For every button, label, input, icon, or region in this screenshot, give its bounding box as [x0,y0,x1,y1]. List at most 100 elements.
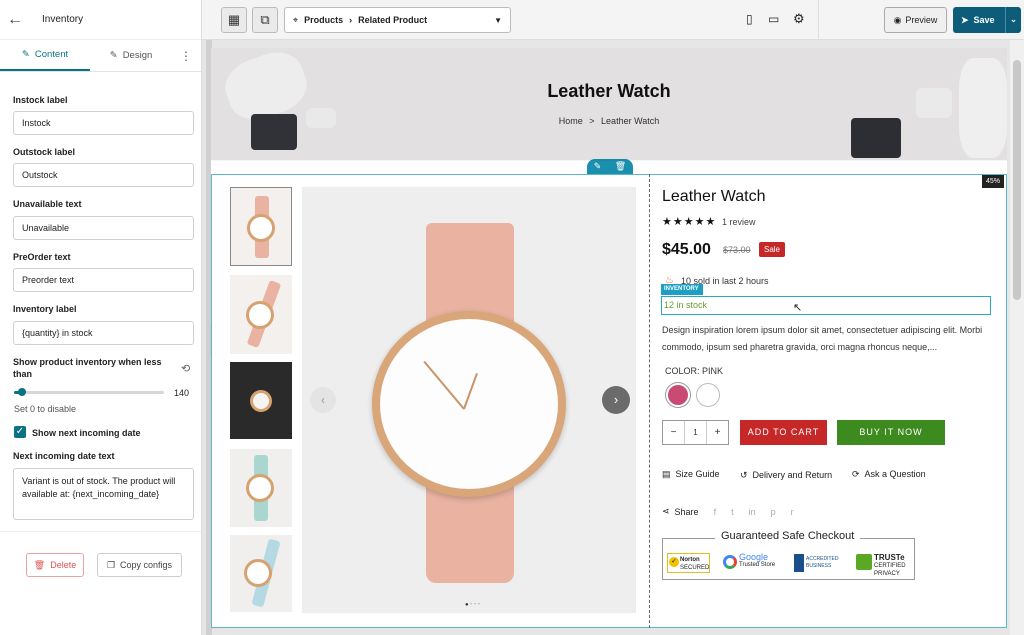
tab-design[interactable]: ✎ Design [90,40,172,71]
back-arrow-icon[interactable]: ← [0,11,30,29]
rating-stars: ★★★★★ [662,216,717,228]
inventory-input[interactable]: {quantity} in stock [13,321,194,345]
save-button[interactable]: ➤ Save ⌄ [953,7,1021,33]
next-image-arrow-icon[interactable]: › [602,386,630,414]
page-path: Products [304,15,344,25]
delete-button[interactable]: 🗑 Delete [26,553,84,577]
qty-value[interactable]: 1 [685,421,706,444]
thumbnail-5[interactable] [230,535,292,612]
threshold-slider[interactable] [14,388,164,396]
norton-badge: ✓ Norton SECURED [667,553,710,573]
thumbnail-1[interactable] [230,187,292,266]
toolbar-divider [818,0,819,40]
desktop-icon[interactable]: ▭ [768,12,779,26]
scrollbar-thumb[interactable] [1013,60,1021,300]
instock-input[interactable]: Instock [13,111,194,135]
grid-icon[interactable]: ▦ [221,7,247,33]
google-sub: Trusted Store [739,562,776,568]
add-to-cart-button[interactable]: ADD TO CART [740,420,827,445]
tab-content[interactable]: ✎ Content [0,40,90,71]
unavailable-input[interactable]: Unavailable [13,216,194,240]
settings-gear-icon[interactable]: ⚙ [793,11,805,27]
preview-button[interactable]: ◉ Preview [884,7,947,33]
copy-icon: ❐ [106,559,116,570]
settings-panel: ← Inventory ✎ Content ✎ Design ⋮ Instock… [0,0,202,635]
review-count[interactable]: 1 review [722,217,756,227]
outstock-input[interactable]: Outstock [13,163,194,187]
canvas-scrollbar[interactable] [1010,40,1024,635]
page-canvas: Leather Watch Home > Leather Watch ✎ 🗑 ‹… [211,48,1007,628]
facebook-icon[interactable]: f [714,507,717,517]
panel-header: ← Inventory [0,0,201,40]
prev-image-arrow-icon[interactable]: ‹ [310,387,336,413]
share-icon: ⋖ [662,506,670,516]
thumbnail-2[interactable] [230,275,292,354]
thumbnail-4[interactable] [230,449,292,527]
preorder-input[interactable]: Preorder text [13,268,194,292]
preview-label: Preview [905,15,938,25]
norton-sub: SECURED [680,565,710,571]
bbb-label: ACCREDITED BUSINESS [806,556,839,569]
trash-icon: 🗑 [33,559,46,570]
pinterest-icon[interactable]: p [771,507,776,517]
watch-face [372,311,566,497]
carousel-dots[interactable]: ● • • • [465,602,480,608]
hero-title: Leather Watch [547,81,671,101]
send-icon: ➤ [961,14,969,25]
reddit-icon[interactable]: r [791,507,794,517]
qty-minus-button[interactable]: − [663,421,685,444]
outstock-label: Outstock label [13,147,76,157]
copy-label: Copy configs [120,560,173,570]
edit-icon[interactable]: ✎ [594,161,602,172]
tag-icon: ⌖ [293,14,299,25]
more-menu-icon[interactable]: ⋮ [172,40,200,71]
product-description: Design inspiration lorem ipsum dolor sit… [662,325,983,352]
slider-handle[interactable] [17,388,26,396]
truste-badge: TRUSTe CERTIFIED PRIVACY [856,553,909,577]
show-next-checkbox[interactable]: ✓ [14,426,26,438]
inventory-stock-text[interactable]: 12 in stock [661,296,991,315]
hero-banner: Leather Watch Home > Leather Watch [211,48,1007,160]
tab-design-label: Design [122,50,153,61]
sale-badge: Sale [759,242,785,257]
eye-icon: ◉ [893,14,902,25]
instock-label: Instock label [13,95,68,105]
threshold-label: Show product inventory when less than [13,357,162,379]
thumbnail-3[interactable] [230,362,292,439]
delivery-link[interactable]: ↺ Delivery and Return [740,470,832,481]
buy-now-button[interactable]: BUY IT NOW [837,420,945,445]
delete-section-icon[interactable]: 🗑 [615,161,626,172]
delivery-label: Delivery and Return [752,470,833,480]
editor-toolbar: ▦ ⧉ ⌖ Products › Related Product ▼ ▯ ▭ ⚙… [202,0,1024,40]
qty-plus-button[interactable]: + [706,421,728,444]
size-guide-link[interactable]: ▤ Size Guide [662,469,720,480]
save-dropdown-icon[interactable]: ⌄ [1005,7,1021,33]
layout-icon[interactable]: ▯ [746,12,753,26]
reset-icon[interactable]: ⟲ [181,362,190,375]
preorder-label: PreOrder text [13,252,71,262]
share-row: ⋖ Share f t in p r [662,506,794,517]
chevron-down-icon: ▼ [494,15,502,25]
return-icon: ↺ [740,470,748,480]
copy-configs-button[interactable]: ❐ Copy configs [97,553,182,577]
delete-label: Delete [50,560,77,570]
page-name: Related Product [358,15,428,25]
show-next-label: Show next incoming date [32,428,141,438]
next-text-textarea[interactable]: Variant is out of stock. The product wil… [13,468,194,520]
panel-tabs: ✎ Content ✎ Design ⋮ [0,40,201,72]
page-selector[interactable]: ⌖ Products › Related Product ▼ [284,7,511,33]
twitter-icon[interactable]: t [731,507,734,517]
bbb-badge: ACCREDITED BUSINESS [794,553,842,573]
chevron-right-icon: › [349,15,353,25]
google-label: Google [739,552,769,562]
swatch-white[interactable] [696,383,720,407]
sections-icon[interactable]: ⧉ [252,7,278,33]
norton-label: Norton [680,557,700,563]
product-title: Leather Watch [662,188,766,205]
breadcrumb-home[interactable]: Home [559,116,583,126]
swatch-pink[interactable] [666,383,690,407]
product-price: $45.00 [662,241,711,258]
ask-question-link[interactable]: ⟳ Ask a Question [852,469,926,480]
linkedin-icon[interactable]: in [749,507,756,517]
breadcrumb-current: Leather Watch [601,116,660,126]
